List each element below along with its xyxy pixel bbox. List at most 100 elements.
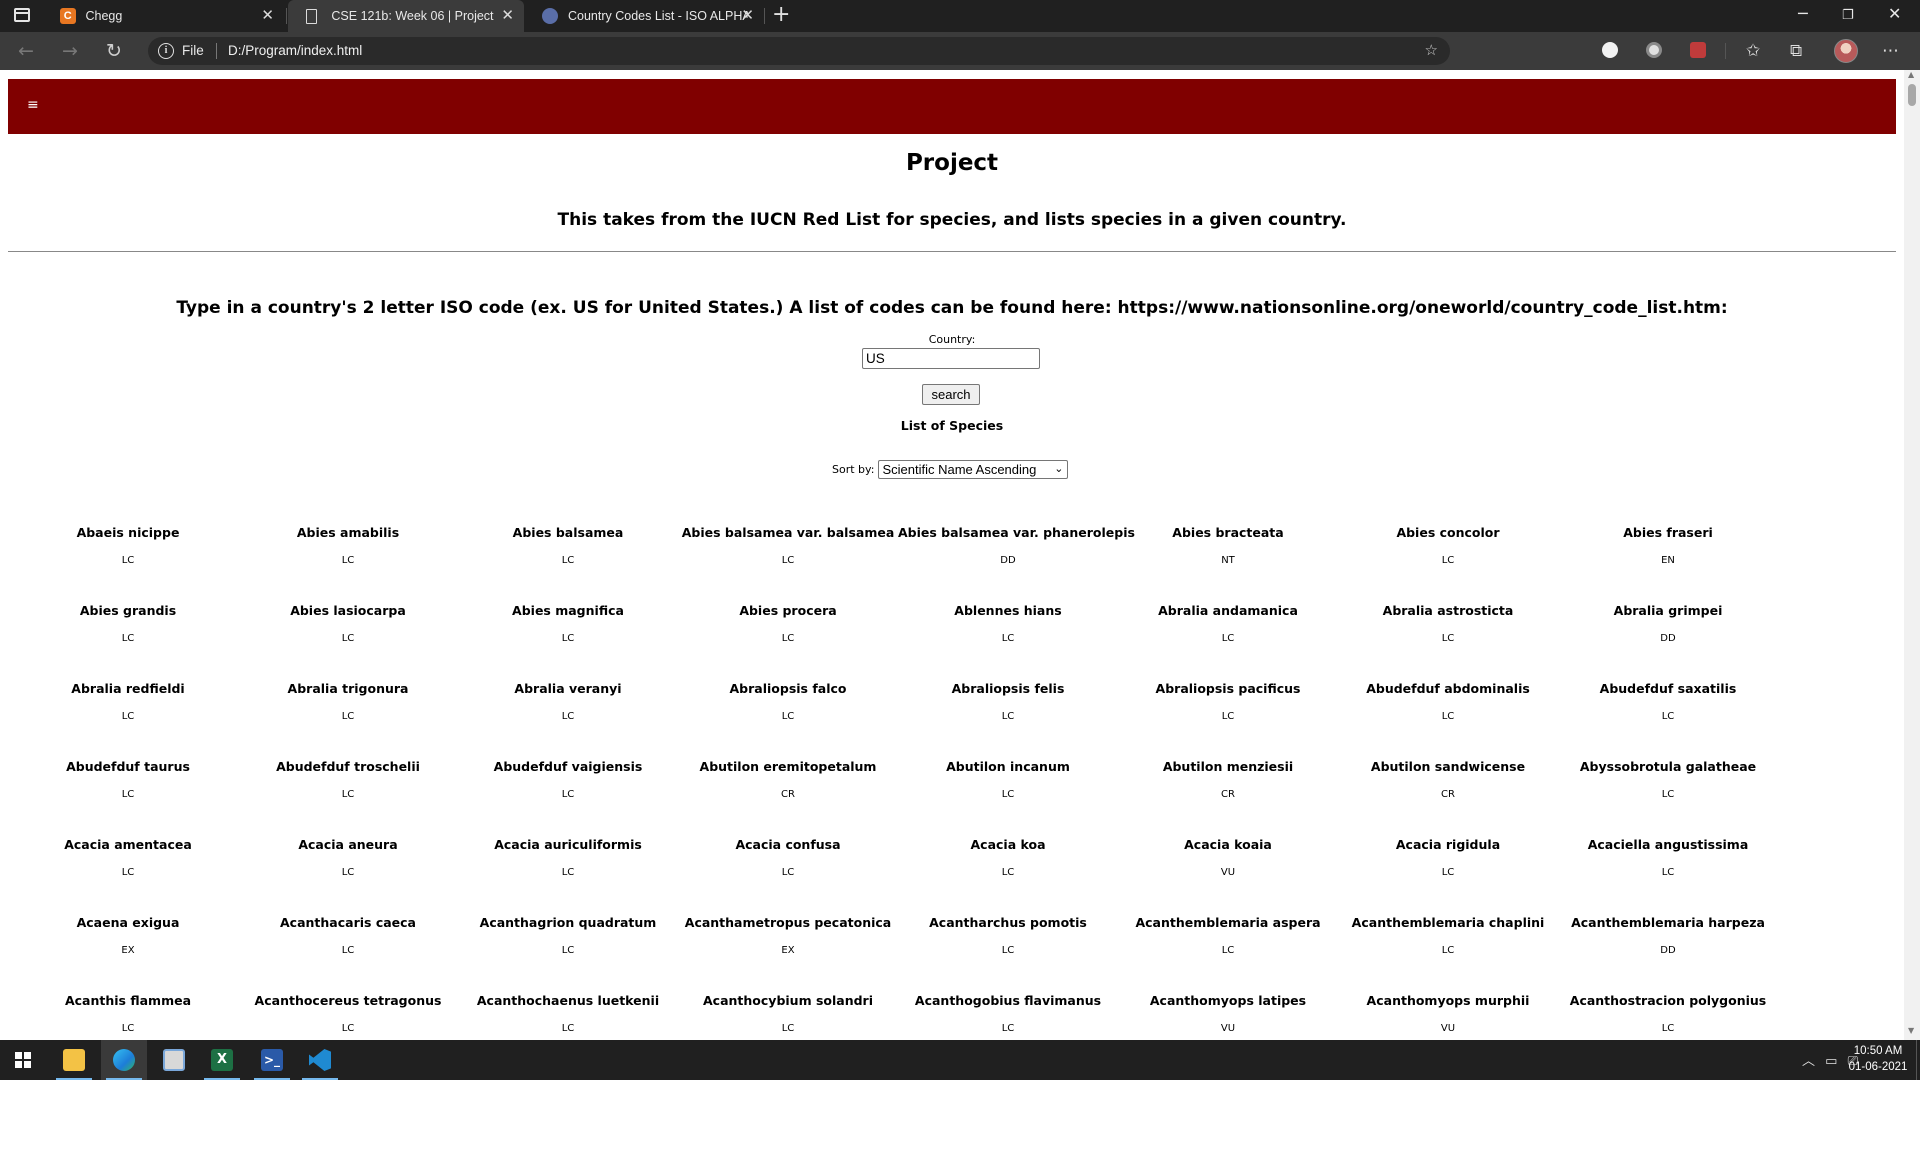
extension-icon[interactable] (1602, 42, 1618, 58)
browser-toolbar: ← → ↻ i File D:/Program/index.html ☆ ✩ ⧉… (0, 32, 1920, 70)
species-name: Acacia aneura (298, 837, 398, 852)
species-card: Abralia astrosticta LC (1338, 598, 1558, 676)
species-card: Abies balsamea var. phanerolepis DD (898, 520, 1135, 598)
taskbar-app-powershell[interactable]: >_ (249, 1040, 295, 1080)
species-card: Abralia redfieldi LC (18, 676, 238, 754)
scroll-thumb[interactable] (1908, 84, 1916, 106)
species-name: Abraliopsis falco (729, 681, 847, 696)
search-button[interactable]: search (922, 384, 980, 405)
species-card: Abraliopsis pacificus LC (1118, 676, 1338, 754)
species-name: Abies balsamea var. balsamea (681, 525, 895, 540)
species-card: Acanthomyops murphii VU (1338, 988, 1558, 1040)
species-name: Acacia auriculiformis (494, 837, 642, 852)
species-name: Abies bracteata (1172, 525, 1284, 540)
species-status: LC (341, 945, 355, 956)
species-card: Acanthocereus tetragonus LC (238, 988, 458, 1040)
species-card: Acanthocybium solandri LC (678, 988, 898, 1040)
clock-time[interactable]: 10:50 AM (1848, 1045, 1908, 1057)
file-explorer-icon (63, 1049, 85, 1071)
collections-icon[interactable]: ⧉ (1790, 40, 1802, 62)
scroll-up-arrow-icon[interactable]: ▲ (1908, 70, 1914, 79)
species-card: Abutilon eremitopetalum CR (678, 754, 898, 832)
windows-start-icon[interactable] (15, 1052, 31, 1068)
species-card: Abutilon sandwicense CR (1338, 754, 1558, 832)
page-viewport: ≡ Project This takes from the IUCN Red L… (0, 70, 1920, 1040)
new-tab-icon[interactable]: + (772, 4, 790, 26)
browser-tab-chegg[interactable]: C Chegg ✕ (44, 0, 284, 32)
species-name: Acanthochaenus luetkenii (476, 993, 660, 1008)
menu-icon[interactable]: ≡ (27, 94, 39, 116)
profile-avatar[interactable] (1834, 39, 1858, 63)
tab-separator (286, 8, 287, 24)
species-status: EX (121, 945, 135, 956)
species-name: Acanthacaris caeca (280, 915, 416, 930)
species-status: LC (781, 711, 795, 722)
taskbar-app-snipping-tool[interactable] (151, 1040, 197, 1080)
species-card: Abies lasiocarpa LC (238, 598, 458, 676)
species-status: LC (1001, 711, 1015, 722)
species-card: Acanthomyops latipes VU (1118, 988, 1338, 1040)
country-code-input[interactable] (862, 348, 1040, 369)
add-favorite-icon[interactable]: ☆ (1425, 41, 1438, 59)
species-status: VU (1440, 1023, 1456, 1034)
battery-icon[interactable]: ▭ (1825, 1054, 1837, 1069)
close-tab-icon[interactable]: ✕ (741, 8, 754, 24)
info-icon[interactable]: i (158, 43, 174, 59)
close-tab-icon[interactable]: ✕ (501, 8, 514, 24)
minimize-icon[interactable]: ─ (1798, 4, 1808, 24)
tab-actions-menu-icon[interactable] (14, 8, 30, 22)
species-status: LC (1001, 789, 1015, 800)
edge-icon (113, 1049, 135, 1071)
species-name: Abies grandis (79, 603, 177, 618)
species-card: Abudefduf vaigiensis LC (458, 754, 678, 832)
species-card: Abies amabilis LC (238, 520, 458, 598)
extension-icon[interactable] (1646, 42, 1662, 58)
species-card: Abralia veranyi LC (458, 676, 678, 754)
address-bar[interactable]: i File D:/Program/index.html ☆ (148, 37, 1450, 65)
taskbar-app-excel[interactable]: X (199, 1040, 245, 1080)
species-name: Abudefduf troschelii (276, 759, 420, 774)
species-card: Acantharchus pomotis LC (898, 910, 1118, 988)
taskbar-app-vscode[interactable] (297, 1040, 343, 1080)
species-name: Acacia rigidula (1395, 837, 1501, 852)
clock-date[interactable]: 01-06-2021 (1848, 1061, 1908, 1073)
show-desktop-button[interactable] (1916, 1040, 1920, 1080)
species-card: Abies grandis LC (18, 598, 238, 676)
blank-area (0, 1080, 1920, 1170)
species-name: Ablennes hians (954, 603, 1062, 618)
taskbar-app-edge[interactable] (101, 1040, 147, 1080)
species-name: Acanthemblemaria harpeza (1571, 915, 1765, 930)
species-card: Abralia andamanica LC (1118, 598, 1338, 676)
page-scrollbar[interactable]: ▲ ▼ (1904, 70, 1920, 1040)
species-status: CR (1221, 789, 1235, 800)
scroll-down-arrow-icon[interactable]: ▼ (1908, 1026, 1914, 1035)
species-card: Acanthacaris caeca LC (238, 910, 458, 988)
browser-tab-project[interactable]: CSE 121b: Week 06 | Project ✕ (288, 0, 524, 32)
species-name: Abies fraseri (1623, 525, 1713, 540)
refresh-icon[interactable]: ↻ (106, 40, 122, 62)
species-status: LC (561, 1023, 575, 1034)
species-card: Acanthemblemaria aspera LC (1118, 910, 1338, 988)
record-extension-icon[interactable] (1690, 42, 1706, 58)
close-tab-icon[interactable]: ✕ (261, 8, 274, 24)
restore-icon[interactable]: ❐ (1842, 6, 1854, 26)
species-name: Acacia confusa (735, 837, 841, 852)
species-card: Ablennes hians LC (898, 598, 1118, 676)
species-card: Abutilon incanum LC (898, 754, 1118, 832)
species-name: Acantharchus pomotis (929, 915, 1087, 930)
species-status: LC (1441, 945, 1455, 956)
favorites-icon[interactable]: ✩ (1746, 40, 1760, 62)
species-name: Acaciella angustissima (1587, 837, 1749, 852)
species-name: Abies lasiocarpa (290, 603, 406, 618)
chevron-up-icon[interactable]: ︿ (1802, 1054, 1815, 1069)
browser-tab-country-codes[interactable]: Country Codes List - ISO ALPHA ✕ (526, 0, 764, 32)
url-text[interactable]: D:/Program/index.html (228, 43, 362, 58)
back-icon[interactable]: ← (18, 40, 34, 62)
more-options-icon[interactable]: ⋯ (1882, 40, 1899, 62)
close-window-icon[interactable]: ✕ (1888, 4, 1901, 24)
forward-icon[interactable]: → (62, 40, 78, 62)
species-status: LC (341, 789, 355, 800)
sort-select[interactable]: Scientific Name Ascending ⌄ (878, 460, 1069, 479)
species-status: VU (1220, 1023, 1236, 1034)
taskbar-app-file-explorer[interactable] (51, 1040, 97, 1080)
